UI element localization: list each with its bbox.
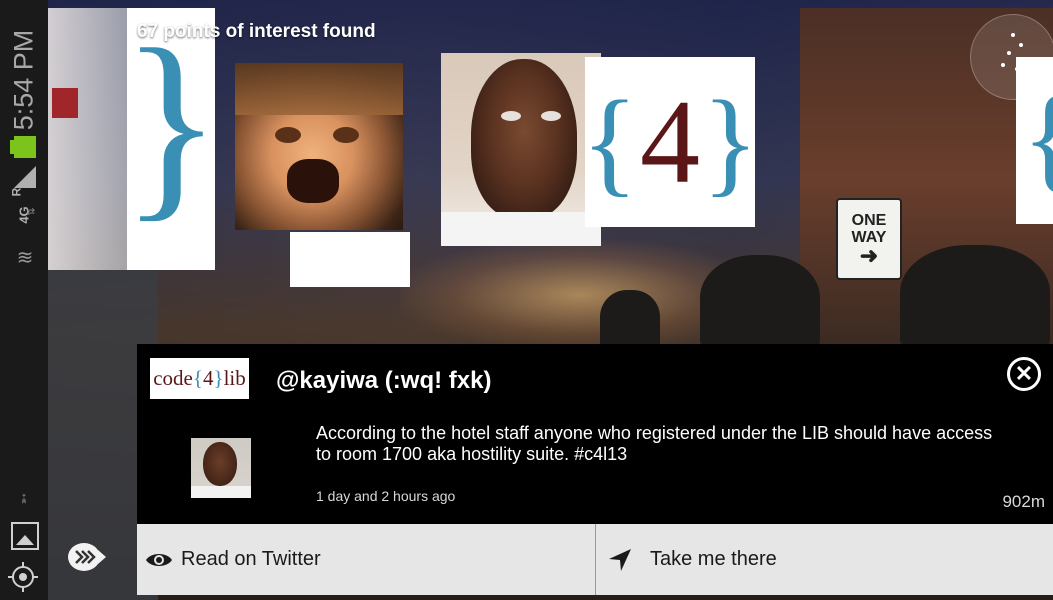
avatar-eye — [275, 127, 301, 143]
avatar-head — [471, 59, 577, 219]
source-logo: code{4} lib — [150, 358, 249, 399]
eye-icon — [146, 553, 172, 566]
radar-dot — [1001, 63, 1005, 67]
logo-text: 4 — [202, 366, 214, 390]
logo-brace: } — [702, 76, 755, 207]
signal-icon — [14, 166, 36, 188]
locate-icon-tick — [8, 576, 13, 578]
locate-icon-tick — [22, 562, 24, 567]
radar-dot — [1027, 71, 1031, 75]
radar-dot — [1007, 51, 1011, 55]
view-toggle-icon[interactable] — [66, 540, 106, 574]
poi-marker-partial[interactable] — [290, 232, 410, 287]
status-time: 5:54 PM — [8, 29, 39, 131]
pedestrian — [600, 290, 660, 350]
poi-count-label: 67 points of interest found — [137, 21, 376, 42]
radar-dot — [1011, 33, 1015, 37]
radar-dot — [1023, 59, 1027, 63]
poi-marker-avatar[interactable] — [235, 63, 403, 230]
tweet-text: According to the hotel staff anyone who … — [316, 423, 993, 464]
logo-text: } — [213, 366, 224, 390]
photo-icon[interactable] — [11, 522, 39, 550]
logo-text: lib — [223, 366, 246, 390]
locate-icon-tick — [22, 587, 24, 592]
navigation-arrow-icon — [609, 548, 631, 571]
avatar-eye — [541, 111, 561, 121]
roaming-indicator: R — [9, 187, 24, 197]
logo-text: code — [153, 366, 193, 390]
avatar-eye — [501, 111, 521, 121]
data-activity-icon: ⇅ — [26, 207, 38, 216]
locate-icon-tick — [33, 576, 38, 578]
avatar-hair — [235, 63, 403, 115]
battery-icon — [14, 136, 36, 158]
status-bar: 5:54 PM R 4G ⇅ ≋ ➶ — [0, 0, 48, 600]
poi-marker-logo[interactable]: { 4 } — [585, 57, 755, 227]
poi-marker-avatar[interactable] — [441, 53, 601, 246]
logo-brace: } — [127, 18, 215, 228]
action-bar: Read on Twitter Take me there — [137, 524, 1053, 595]
panel-title: @kayiwa (:wq! fxk) — [276, 367, 492, 394]
avatar — [191, 438, 251, 498]
read-on-twitter-label: Read on Twitter — [181, 548, 321, 570]
logo-text: { — [192, 366, 203, 390]
avatar-shirt — [191, 486, 251, 498]
logo-number: 4 — [640, 75, 700, 208]
poi-detail-panel: code{4} lib @kayiwa (:wq! fxk) ✕ Accordin… — [137, 344, 1053, 524]
radar-dot — [1019, 43, 1023, 47]
arrow-right-icon: ➜ — [859, 243, 879, 268]
pedestrian — [900, 245, 1050, 350]
timestamp: 1 day and 2 hours ago — [316, 488, 456, 504]
avatar-eye — [333, 127, 359, 143]
logo-brace: { — [585, 76, 638, 207]
radar-dot — [1015, 67, 1019, 71]
pedestrian — [700, 255, 820, 350]
poi-marker-logo[interactable]: } — [127, 8, 215, 270]
vibrate-icon: ≋ — [16, 247, 34, 269]
sign-text: ONE — [851, 212, 887, 229]
locate-icon-dot — [19, 573, 27, 581]
take-me-there-label: Take me there — [650, 548, 777, 570]
read-on-twitter-button[interactable]: Read on Twitter — [137, 524, 595, 595]
poi-marker[interactable] — [48, 8, 128, 270]
avatar-head — [203, 442, 237, 486]
radar-icon[interactable] — [970, 14, 1053, 100]
take-me-there-button[interactable]: Take me there — [596, 524, 1053, 595]
one-way-sign: ONE WAY ➜ — [836, 198, 902, 280]
usb-icon: ➶ — [13, 488, 34, 508]
distance-label: 902m — [1002, 492, 1045, 511]
poi-partial-logo — [52, 88, 78, 118]
avatar-collar — [441, 212, 601, 246]
avatar-mouth — [287, 159, 339, 203]
close-icon[interactable]: ✕ — [1007, 357, 1041, 391]
